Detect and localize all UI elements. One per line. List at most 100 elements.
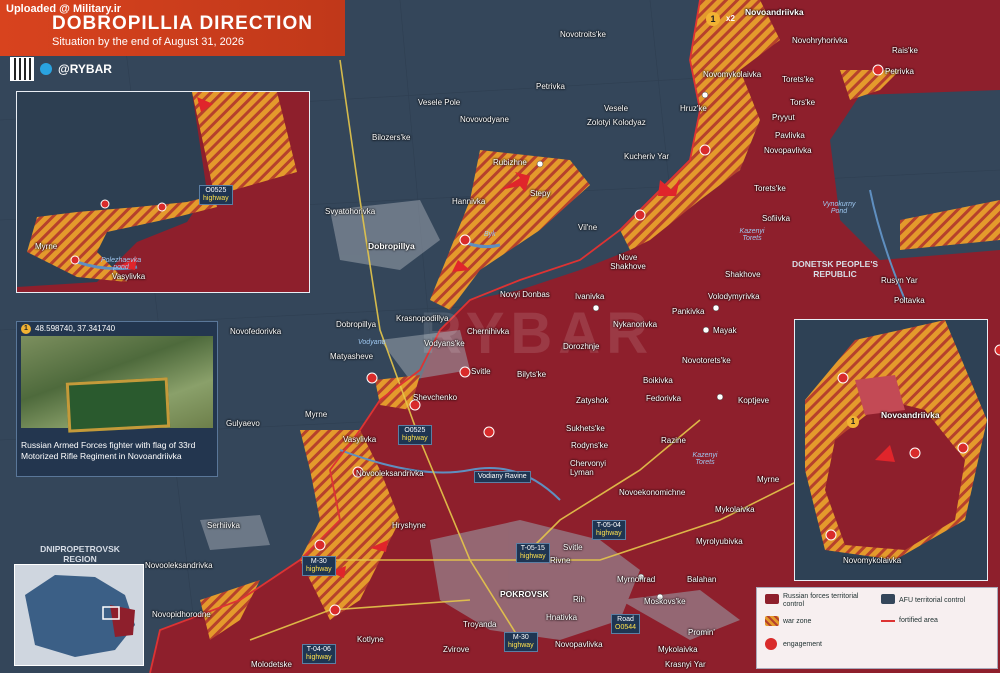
place-label: Pryyut xyxy=(772,113,795,122)
pond-label: Vynokurny Pond xyxy=(822,201,856,215)
title-banner: Uploaded @ Military.ir DOBROPILLIA DIREC… xyxy=(0,0,345,56)
place-label: Myrnohrad xyxy=(617,575,656,584)
place-label: Poltavka xyxy=(894,296,925,305)
telegram-icon[interactable] xyxy=(40,63,52,75)
place-label: Kucheriv Yar xyxy=(624,152,670,161)
road-tag: M-30 highway xyxy=(302,556,336,576)
photo-panel[interactable]: 1 48.598740, 37.341740 Russian Armed For… xyxy=(16,321,218,477)
place-label: Tors'ke xyxy=(790,98,816,107)
place-label: Novooleksandrivka xyxy=(356,469,424,478)
place-label: POKROVSK xyxy=(500,589,549,599)
place-label: Matyasheve xyxy=(330,352,374,361)
road-tag: T-04-06 highway xyxy=(302,644,336,664)
legend-engagement: engagement xyxy=(783,641,822,648)
place-label: Serhiivka xyxy=(207,521,240,530)
place-label: Pankivka xyxy=(672,307,705,316)
place-label: Chernihivka xyxy=(467,327,510,336)
place-label: Stepy xyxy=(530,189,551,198)
river-label: Byk xyxy=(484,231,496,238)
place-label: Troyanda xyxy=(463,620,497,629)
place-label: Zolotyi Kolodyaz xyxy=(587,118,646,127)
place-label: Rodyns'ke xyxy=(571,441,609,450)
region-label: DNIPROPETROVSK REGION xyxy=(40,544,120,564)
place-label: Svitle xyxy=(563,543,583,552)
event-count: x2 xyxy=(726,14,735,23)
place-label: Boikivka xyxy=(643,376,673,385)
place-label: Svyatohorivka xyxy=(325,207,376,216)
inset1-map xyxy=(17,92,309,292)
place-label: Hnativka xyxy=(546,613,578,622)
place-label: Mayak xyxy=(713,326,737,335)
place-label: Vil'ne xyxy=(578,223,598,232)
place-label: Chervonyi Lyman xyxy=(570,459,607,477)
place-label: Dorozhnje xyxy=(563,342,600,351)
inset-map-myrne[interactable]: Myrne Vasylivka O0525 highway Polezhaevka… xyxy=(16,91,310,293)
fortified-swatch xyxy=(881,620,895,622)
overview-minimap[interactable] xyxy=(14,564,144,666)
place-label: Novomykolaivka xyxy=(703,70,762,79)
place-label: Zvirove xyxy=(443,645,470,654)
river-label: Vodyana xyxy=(358,339,386,346)
inset1-pond-label: Polezhaevka pond xyxy=(101,257,142,271)
engagement-icon xyxy=(765,638,777,650)
place-label: Balahan xyxy=(687,575,717,584)
road-tag: M-30 highway xyxy=(504,632,538,652)
brand-name[interactable]: @RYBAR xyxy=(58,62,112,76)
regiment-flag-image xyxy=(65,377,171,433)
road-tag: O0525 highway xyxy=(398,425,432,445)
place-label: Ivanivka xyxy=(575,292,605,301)
legend-war-zone: war zone xyxy=(783,618,812,625)
place-label: Kotlyne xyxy=(357,635,384,644)
place-label: Vodyans'ke xyxy=(424,339,465,348)
qr-code-icon xyxy=(10,57,34,81)
place-label: Nykanorivka xyxy=(613,320,658,329)
place-label: Novohryhorivka xyxy=(792,36,848,45)
inset1-label: Myrne xyxy=(35,242,58,251)
event-badge[interactable]: 1 xyxy=(706,12,720,26)
map-subtitle: Situation by the end of August 31, 2026 xyxy=(52,36,245,48)
place-label: Mykolaivka xyxy=(658,645,698,654)
place-label: Vesele xyxy=(604,104,629,113)
place-label: Gulyaevo xyxy=(226,419,260,428)
place-label: Volodymyrivka xyxy=(708,292,760,301)
region-label: DONETSK PEOPLE'S REPUBLIC xyxy=(791,259,879,279)
map-title: DOBROPILLIA DIRECTION xyxy=(52,13,313,34)
place-label: Hruz'ke xyxy=(680,104,707,113)
legend-panel: Russian forces territorial control AFU t… xyxy=(756,587,998,669)
place-label: Rais'ke xyxy=(892,46,918,55)
photo-coords: 48.598740, 37.341740 xyxy=(35,324,116,333)
place-label: Hryshyne xyxy=(392,521,426,530)
inset2-label: Novomykolaivka xyxy=(843,556,902,565)
place-label: Torets'ke xyxy=(754,184,786,193)
place-label: Nove Shakhove xyxy=(610,253,646,271)
road-tag: T-05-15 highway xyxy=(516,543,550,563)
place-label: Novoandriivka xyxy=(745,7,804,17)
place-label: Rubizhne xyxy=(493,158,527,167)
place-label: Vasylivka xyxy=(343,435,377,444)
place-label: Bilozers'ke xyxy=(372,133,411,142)
legend-russian: Russian forces territorial control xyxy=(783,593,859,608)
place-label: Mykolaivka xyxy=(715,505,755,514)
place-label: Petrivka xyxy=(536,82,565,91)
legend-afu: AFU territorial control xyxy=(899,597,966,604)
inset-map-novoandriivka[interactable]: Novoandriivka Novomykolaivka 1 xyxy=(794,319,988,581)
place-label: Novyi Donbas xyxy=(500,290,550,299)
place-label: Novopavlivka xyxy=(555,640,603,649)
brand-bar: @RYBAR xyxy=(10,57,120,81)
place-label: Razine xyxy=(661,436,686,445)
russian-control-swatch xyxy=(765,594,779,604)
road-tag: Road O0544 xyxy=(611,614,641,634)
place-label: Novopidhorodne xyxy=(152,610,211,619)
place-label: Myrne xyxy=(757,475,780,484)
place-label: Svitle xyxy=(471,367,491,376)
legend-fortified: fortified area xyxy=(899,617,938,624)
place-label: Sukhets'ke xyxy=(566,424,605,433)
place-label: Petrivka xyxy=(885,67,914,76)
place-label: Novotroits'ke xyxy=(560,30,606,39)
place-label: Novotorets'ke xyxy=(682,356,731,365)
place-label: Novooleksandrivka xyxy=(145,561,213,570)
place-label: Sofiivka xyxy=(762,214,791,223)
place-label: Novovodyane xyxy=(460,115,509,124)
place-label: Bilyts'ke xyxy=(517,370,547,379)
inset1-road-tag: O0525 highway xyxy=(199,185,233,205)
